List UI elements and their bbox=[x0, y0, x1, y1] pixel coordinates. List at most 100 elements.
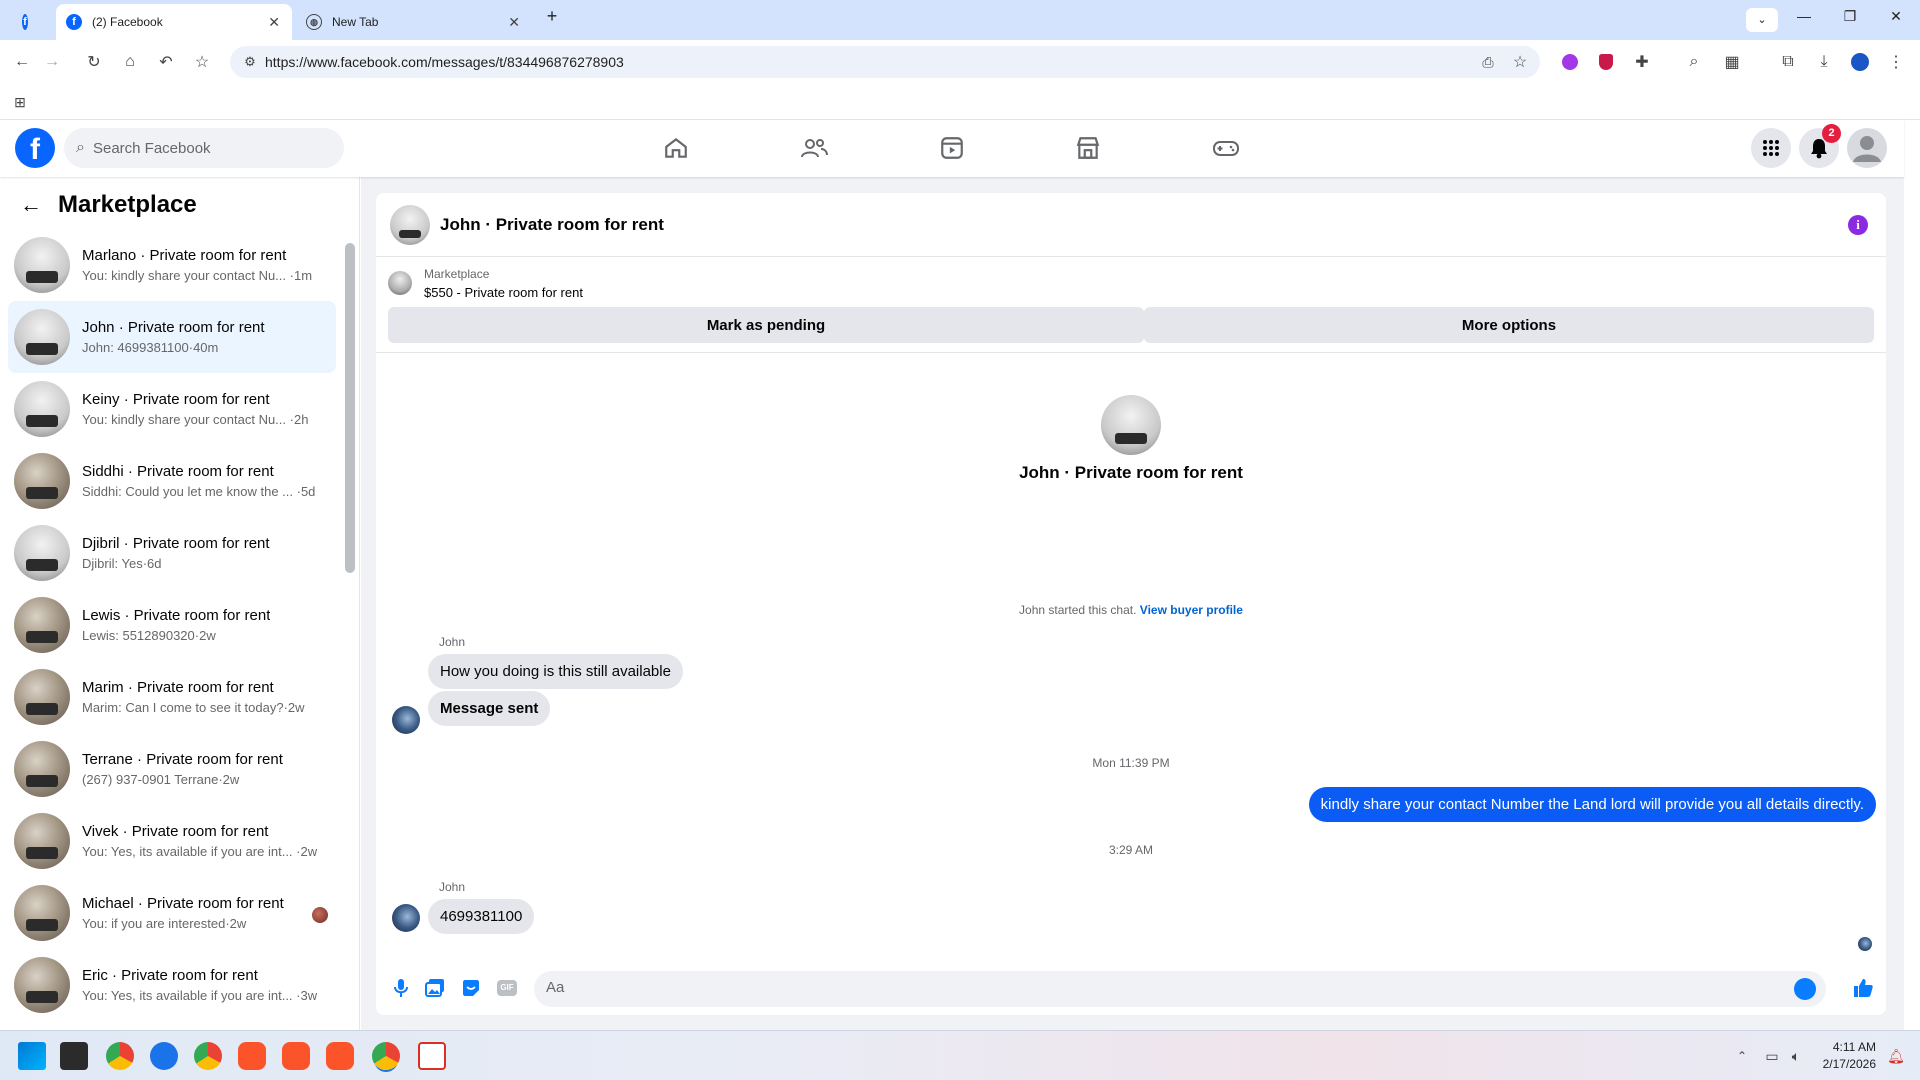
home-icon[interactable]: ⌂ bbox=[118, 50, 142, 74]
new-tab-button[interactable]: + bbox=[536, 6, 568, 27]
extension-purple-icon[interactable] bbox=[1558, 50, 1582, 74]
menu-grid-button[interactable] bbox=[1751, 128, 1791, 168]
undo-icon[interactable]: ↶ bbox=[154, 50, 178, 74]
chat-avatar[interactable] bbox=[390, 204, 430, 245]
scrollbar-thumb[interactable] bbox=[345, 243, 355, 573]
downloads-icon[interactable]: ⤓ bbox=[1812, 50, 1836, 74]
forward-arrow-icon[interactable]: → bbox=[40, 50, 64, 74]
listing-title[interactable]: $550 - Private room for rent bbox=[424, 285, 583, 300]
restore-button[interactable]: ❐ bbox=[1834, 8, 1866, 25]
bookmark-page-star-icon[interactable]: ☆ bbox=[1508, 50, 1532, 74]
message-bubble[interactable]: Message sent bbox=[428, 691, 551, 726]
conversation-item[interactable]: Michael · Private room for rent You: if y… bbox=[8, 877, 336, 949]
conversation-item[interactable]: Siddhi · Private room for rent Siddhi: Co… bbox=[8, 445, 336, 517]
facebook-search[interactable]: ⌕ bbox=[64, 128, 344, 168]
chrome-profile-icon[interactable] bbox=[150, 1042, 178, 1070]
info-icon[interactable]: i bbox=[1848, 215, 1868, 235]
conversation-preview: You: if you are interested·2w bbox=[82, 916, 247, 931]
outgoing-message-bubble[interactable]: kindly share your contact Number the Lan… bbox=[1308, 787, 1876, 822]
address-bar[interactable]: ⚙ https://www.facebook.com/messages/t/83… bbox=[230, 46, 1540, 78]
facebook-logo-icon[interactable]: f bbox=[15, 128, 55, 168]
nav-gaming-icon[interactable] bbox=[1208, 130, 1244, 166]
brave-browser-icon[interactable] bbox=[326, 1042, 354, 1070]
install-app-icon[interactable]: ⎙ bbox=[1476, 50, 1500, 74]
start-windows-icon[interactable] bbox=[18, 1042, 46, 1070]
mark-as-pending-button[interactable]: Mark as pending bbox=[388, 307, 1144, 343]
close-tab-icon[interactable]: ✕ bbox=[508, 14, 520, 31]
conversation-item[interactable]: Eric · Private room for rent You: Yes, it… bbox=[8, 949, 336, 1021]
close-window-button[interactable]: ✕ bbox=[1880, 8, 1912, 25]
pinned-tab-facebook[interactable]: f bbox=[12, 4, 48, 40]
reload-icon[interactable]: ↻ bbox=[82, 50, 106, 74]
notification-badge: 2 bbox=[1822, 124, 1841, 143]
chrome-active-icon[interactable] bbox=[372, 1042, 400, 1070]
network-icon[interactable]: ▭ bbox=[1760, 1044, 1784, 1068]
microphone-icon[interactable] bbox=[390, 977, 412, 999]
brave-browser-icon[interactable] bbox=[282, 1042, 310, 1070]
conversation-item[interactable]: Marim · Private room for rent Marim: Can … bbox=[8, 661, 336, 733]
nav-marketplace-icon[interactable] bbox=[1070, 130, 1106, 166]
nav-video-icon[interactable] bbox=[934, 130, 970, 166]
conversation-item[interactable]: Vivek · Private room for rent You: Yes, i… bbox=[8, 805, 336, 877]
close-tab-icon[interactable]: ✕ bbox=[268, 14, 280, 31]
message-bubble[interactable]: 4699381100 bbox=[428, 899, 535, 934]
thumbs-up-icon[interactable] bbox=[1852, 977, 1874, 999]
brave-browser-icon[interactable] bbox=[238, 1042, 266, 1070]
zoom-search-icon[interactable]: ⌕ bbox=[1682, 50, 1706, 74]
search-input[interactable] bbox=[92, 139, 313, 157]
chrome-icon[interactable] bbox=[194, 1042, 222, 1070]
notifications-button[interactable]: 2 bbox=[1799, 124, 1841, 168]
emoji-icon[interactable] bbox=[1794, 978, 1816, 1000]
message-input[interactable] bbox=[546, 979, 1776, 996]
conversation-preview: Marim: Can I come to see it today?·2w bbox=[82, 700, 305, 715]
system-clock[interactable]: 4:11 AM 2/17/2026 bbox=[1823, 1039, 1876, 1073]
gif-icon[interactable]: GIF bbox=[496, 977, 518, 999]
tab-facebook[interactable]: f (2) Facebook ✕ bbox=[56, 4, 292, 40]
task-view-icon[interactable] bbox=[60, 1042, 88, 1070]
conversation-avatar bbox=[14, 381, 70, 437]
apps-grid-icon[interactable]: ⊞ bbox=[8, 90, 32, 114]
extensions-puzzle-icon[interactable]: ✚ bbox=[1630, 50, 1654, 74]
conversation-scrollbar[interactable] bbox=[345, 229, 355, 1029]
back-arrow-icon[interactable]: ← bbox=[20, 192, 42, 218]
tab-title: New Tab bbox=[332, 15, 379, 29]
snipping-tool-icon[interactable] bbox=[418, 1042, 446, 1070]
message-bubble[interactable]: How you doing is this still available bbox=[428, 654, 683, 689]
notification-bell-icon[interactable]: 🔔︎ bbox=[1884, 1044, 1908, 1068]
tab-search-chevron-icon[interactable]: ⌄ bbox=[1746, 8, 1778, 32]
sender-avatar[interactable] bbox=[392, 904, 420, 932]
account-avatar[interactable] bbox=[1847, 128, 1887, 168]
photo-gallery-icon[interactable] bbox=[424, 977, 446, 999]
view-buyer-profile-link[interactable]: View buyer profile bbox=[1140, 603, 1243, 617]
conversation-item[interactable]: Lewis · Private room for rent Lewis: 5512… bbox=[8, 589, 336, 661]
site-settings-icon[interactable]: ⚙ bbox=[238, 50, 262, 74]
volume-icon[interactable]: 🔈︎ bbox=[1784, 1044, 1808, 1068]
tab-new-tab[interactable]: ◍ New Tab ✕ bbox=[296, 4, 532, 40]
bookmark-star-icon[interactable]: ☆ bbox=[190, 50, 214, 74]
page-scrollbar[interactable] bbox=[1904, 120, 1920, 1030]
sender-avatar[interactable] bbox=[392, 706, 420, 734]
nav-home-icon[interactable] bbox=[658, 130, 694, 166]
more-options-button[interactable]: More options bbox=[1144, 307, 1874, 343]
conversation-item[interactable]: Terrane · Private room for rent (267) 937… bbox=[8, 733, 336, 805]
conversation-name: Marlano · Private room for rent bbox=[82, 247, 287, 264]
back-arrow-icon[interactable]: ← bbox=[10, 50, 34, 74]
conversation-item-active[interactable]: John · Private room for rent John: 469938… bbox=[8, 301, 336, 373]
listing-thumbnail[interactable] bbox=[388, 271, 412, 295]
conversation-name: Siddhi · Private room for rent bbox=[82, 463, 274, 480]
tray-chevron-up-icon[interactable]: ⌃ bbox=[1730, 1044, 1754, 1068]
conversation-panel: ← Marketplace Marlano · Private room for… bbox=[0, 177, 360, 1030]
nav-friends-icon[interactable] bbox=[796, 130, 832, 166]
qr-code-icon[interactable]: ▦ bbox=[1720, 50, 1744, 74]
sticker-icon[interactable] bbox=[460, 977, 482, 999]
browser-menu-icon[interactable]: ⋮ bbox=[1884, 50, 1908, 74]
conversation-item[interactable]: Marlano · Private room for rent You: kind… bbox=[8, 229, 336, 301]
crop-screenshot-icon[interactable]: ⧉ bbox=[1776, 50, 1800, 74]
minimize-button[interactable]: — bbox=[1788, 8, 1820, 24]
ublock-shield-icon[interactable] bbox=[1594, 50, 1618, 74]
conversation-item[interactable]: Keiny · Private room for rent You: kindly… bbox=[8, 373, 336, 445]
chat-title[interactable]: John · Private room for rent bbox=[440, 215, 664, 235]
profile-icon[interactable] bbox=[1848, 50, 1872, 74]
chrome-icon[interactable] bbox=[106, 1042, 134, 1070]
conversation-item[interactable]: Djibril · Private room for rent Djibril: … bbox=[8, 517, 336, 589]
